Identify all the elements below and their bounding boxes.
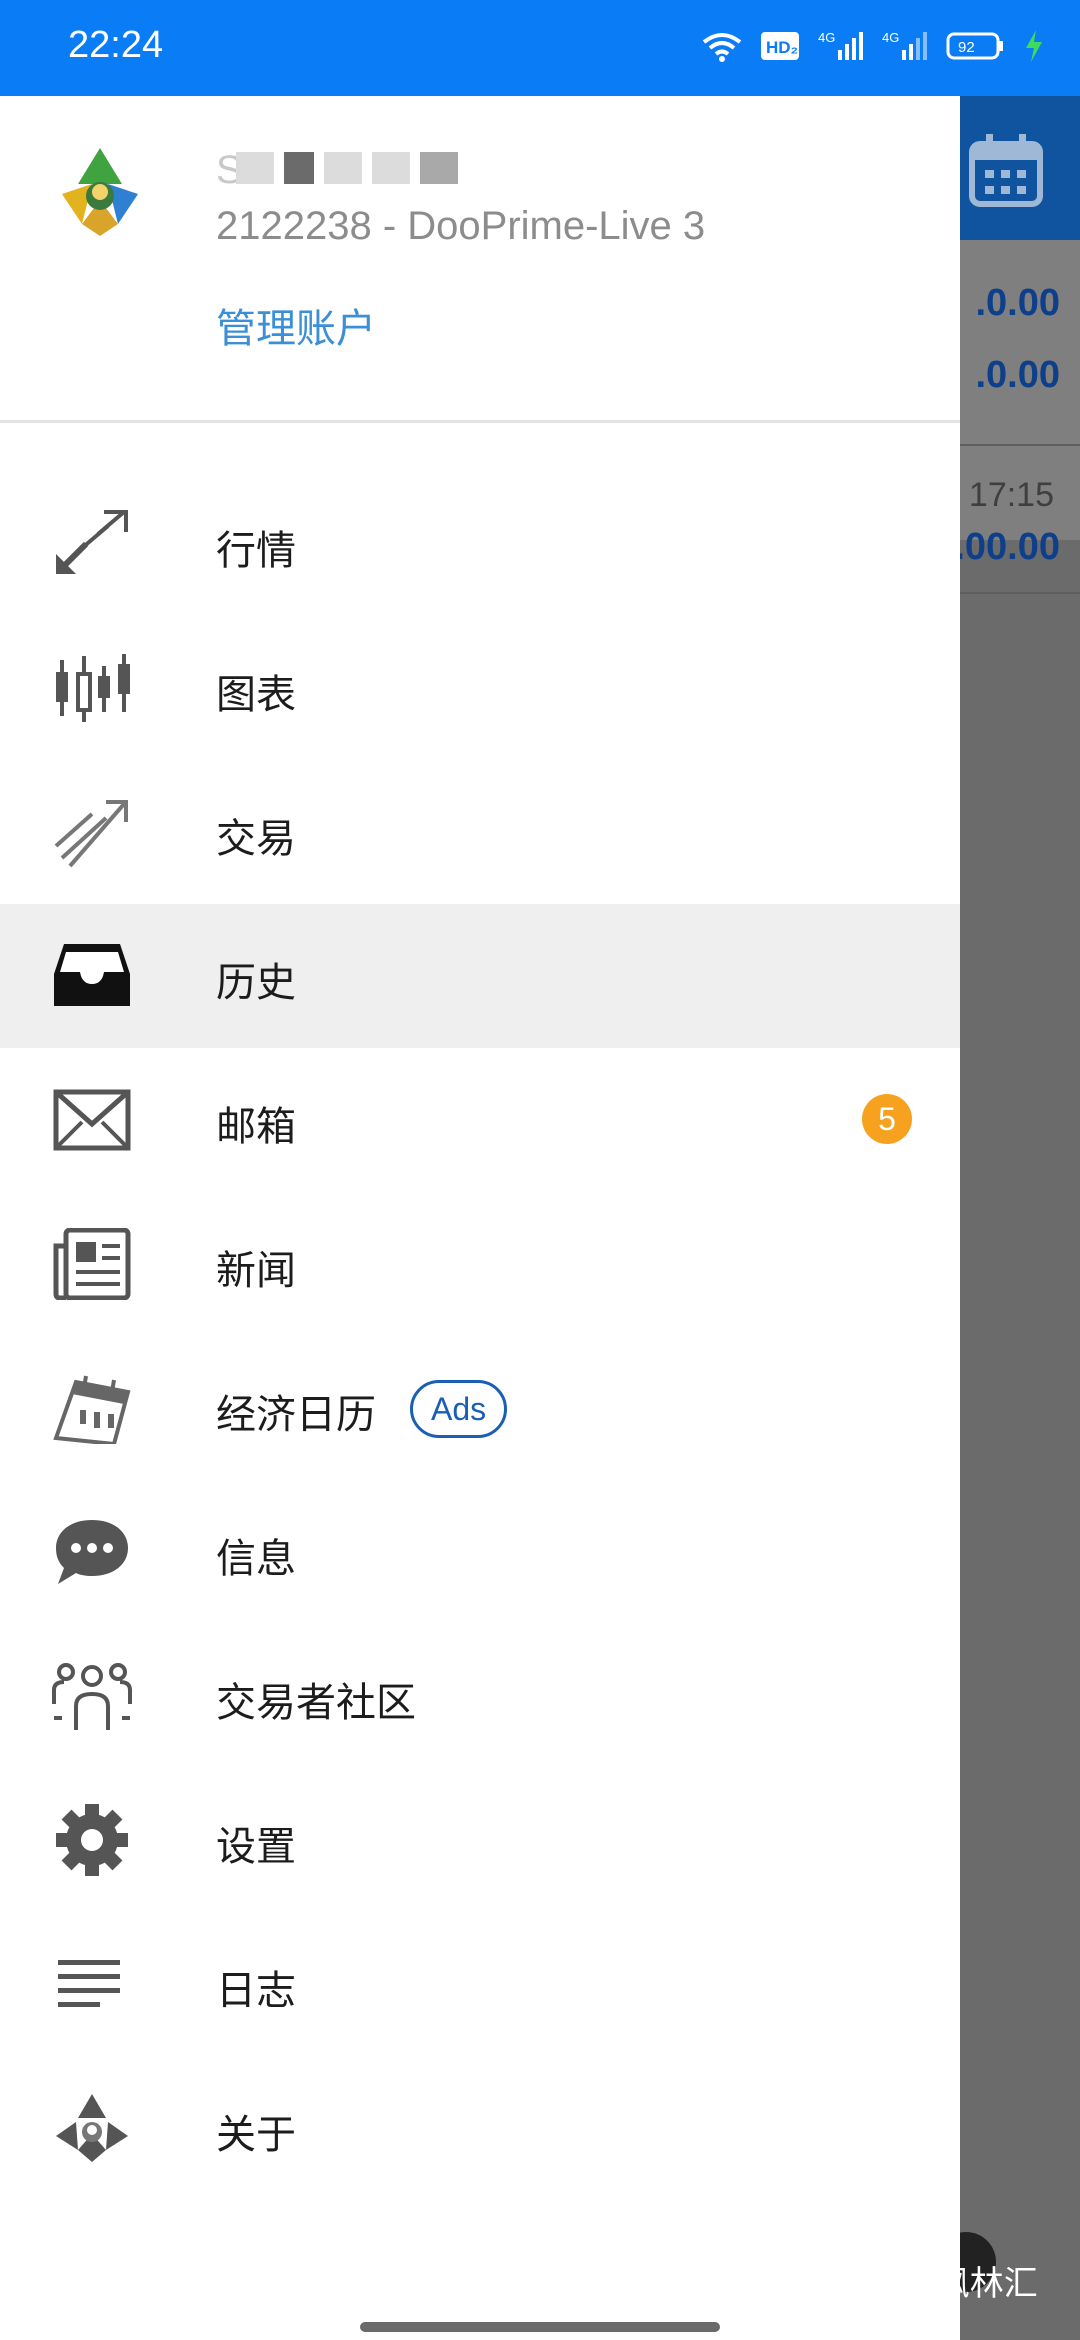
community-icon (52, 1663, 132, 1730)
menu-item-label: 经济日历 (216, 1392, 376, 1438)
svg-text:4G: 4G (818, 30, 835, 45)
background-time: 17:15 (968, 476, 1054, 514)
menu-item-label: 交易 (216, 816, 296, 862)
charging-bolt-icon (1026, 30, 1042, 62)
menu-item-label: 行情 (216, 528, 296, 574)
hd-icon: HD₂ (761, 32, 799, 60)
menu-item-label: 图表 (216, 672, 296, 718)
menu-item-label: 设置 (216, 1824, 296, 1870)
menu-item-label: 交易者社区 (216, 1680, 416, 1726)
drawer-menu: 行情 图表 交易 历史 邮箱 5 新闻 经济日历 Ads 信息 交易者社区 设置… (0, 472, 960, 2200)
watermark: ♪@枫林汇 (880, 2264, 1038, 2304)
signal-4g-icon-2: 4G (882, 30, 927, 60)
status-icons: HD₂ 4G 4G 92 (702, 30, 1044, 62)
menu-item-history[interactable]: 历史 (0, 904, 960, 1048)
menu-item-label: 日志 (216, 1968, 296, 2014)
gear-icon (56, 1804, 128, 1876)
menu-item-economic-calendar[interactable]: 经济日历 Ads (0, 1336, 960, 1480)
news-icon (53, 1228, 131, 1300)
background-divider (960, 444, 1080, 446)
metatrader-logo-icon (62, 148, 138, 236)
quotes-icon (56, 510, 128, 574)
journal-lines-icon (58, 1960, 120, 2007)
wifi-icon (702, 33, 742, 62)
unread-count-badge: 5 (862, 1094, 912, 1144)
account-name-redaction (236, 152, 458, 184)
menu-item-label: 新闻 (216, 1248, 296, 1294)
account-header: S 2122238 - DooPrime-Live 3 管理账户 (0, 96, 960, 422)
menu-item-journal[interactable]: 日志 (0, 1912, 960, 2056)
svg-text:92: 92 (958, 39, 975, 56)
trade-icon (54, 800, 128, 868)
svg-text:HD₂: HD₂ (766, 38, 798, 57)
candlestick-chart-icon (56, 654, 130, 722)
about-logo-icon (56, 2094, 128, 2162)
status-time: 22:24 (68, 24, 164, 66)
calendar-icon (53, 1375, 131, 1444)
menu-item-quotes[interactable]: 行情 (0, 472, 960, 616)
menu-item-label: 关于 (216, 2112, 296, 2158)
menu-item-messages[interactable]: 信息 (0, 1480, 960, 1624)
background-value: .0.00 (975, 282, 1060, 324)
history-inbox-icon (54, 944, 130, 1006)
menu-item-mailbox[interactable]: 邮箱 5 (0, 1048, 960, 1192)
ads-badge: Ads (410, 1380, 508, 1438)
home-indicator[interactable] (360, 2322, 720, 2332)
navigation-drawer: S 2122238 - DooPrime-Live 3 管理账户 行情 图表 交… (0, 96, 960, 2340)
menu-item-label: 历史 (216, 960, 296, 1006)
status-bar: 22:24 HD₂ 4G 4G 92 (0, 0, 1080, 96)
calendar-icon[interactable] (968, 132, 1044, 208)
svg-text:4G: 4G (882, 30, 899, 45)
chat-bubble-icon (56, 1520, 128, 1584)
menu-item-traders-community[interactable]: 交易者社区 (0, 1624, 960, 1768)
menu-item-news[interactable]: 新闻 (0, 1192, 960, 1336)
account-server: 2122238 - DooPrime-Live 3 (216, 204, 706, 248)
mail-icon (53, 1089, 131, 1151)
background-value: .00.00 (954, 526, 1060, 568)
menu-item-about[interactable]: 关于 (0, 2056, 960, 2200)
menu-item-trade[interactable]: 交易 (0, 760, 960, 904)
background-value: .0.00 (975, 354, 1060, 396)
menu-item-label: 信息 (216, 1536, 296, 1582)
manage-accounts-link[interactable]: 管理账户 (216, 296, 376, 354)
menu-item-settings[interactable]: 设置 (0, 1768, 960, 1912)
drawer-divider (0, 420, 960, 423)
signal-4g-icon: 4G (818, 30, 863, 60)
menu-item-label: 邮箱 (216, 1104, 296, 1150)
battery-icon: 92 (946, 32, 1003, 60)
background-divider (960, 592, 1080, 594)
menu-item-charts[interactable]: 图表 (0, 616, 960, 760)
